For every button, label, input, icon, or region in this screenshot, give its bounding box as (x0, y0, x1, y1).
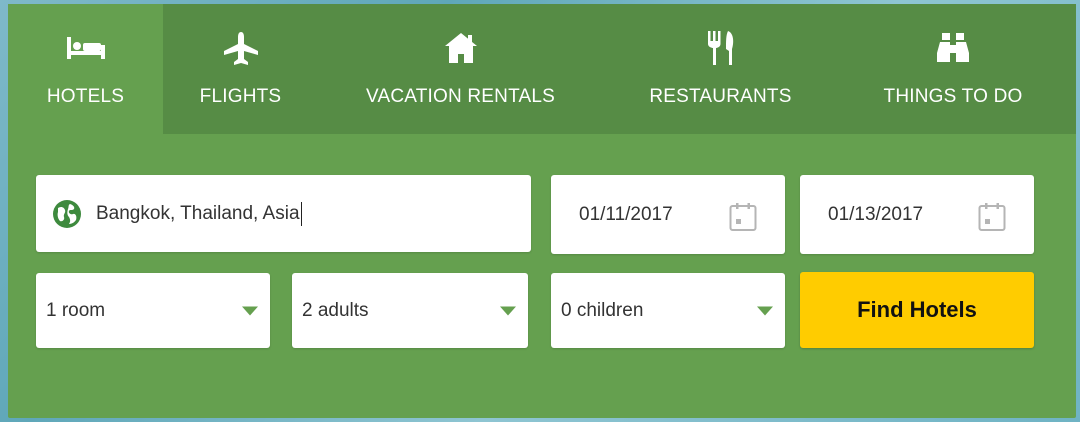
tab-label: RESTAURANTS (649, 86, 792, 107)
globe-icon (52, 199, 82, 229)
calendar-icon[interactable] (729, 202, 757, 232)
tab-flights[interactable]: FLIGHTS (163, 4, 318, 134)
rooms-select[interactable]: 1 room (36, 273, 270, 348)
tab-hotels[interactable]: HOTELS (8, 4, 163, 134)
tab-vacation-rentals[interactable]: VACATION RENTALS (338, 4, 583, 134)
tab-restaurants[interactable]: RESTAURANTS (623, 4, 818, 134)
chevron-down-icon (242, 306, 258, 315)
children-value: 0 children (561, 299, 644, 321)
checkin-value: 01/11/2017 (579, 203, 673, 225)
destination-value-wrap: Bangkok, Thailand, Asia (96, 175, 303, 252)
chevron-down-icon (500, 306, 516, 315)
tab-label: VACATION RENTALS (365, 86, 555, 107)
bed-icon (64, 28, 108, 68)
find-hotels-button[interactable]: Find Hotels (800, 272, 1034, 348)
category-tabs: HOTELS FLIGHTS VACATION RENTALS RESTAURA… (8, 4, 1076, 134)
binoculars-icon (931, 28, 975, 68)
checkout-date-input[interactable]: 01/13/2017 (800, 175, 1034, 254)
calendar-icon[interactable] (978, 202, 1006, 232)
checkout-value: 01/13/2017 (828, 203, 924, 225)
fork-knife-icon (699, 28, 743, 68)
chevron-down-icon (757, 306, 773, 315)
airplane-icon (219, 28, 263, 68)
tab-label: HOTELS (46, 86, 125, 107)
adults-value: 2 adults (302, 299, 369, 321)
destination-input[interactable]: Bangkok, Thailand, Asia (36, 175, 531, 252)
text-cursor (300, 201, 303, 226)
adults-select[interactable]: 2 adults (292, 273, 528, 348)
rooms-value: 1 room (46, 299, 106, 321)
checkin-date-input[interactable]: 01/11/2017 (551, 175, 785, 254)
tab-things-to-do[interactable]: THINGS TO DO (858, 4, 1048, 134)
children-select[interactable]: 0 children (551, 273, 785, 348)
destination-value: Bangkok, Thailand, Asia (96, 202, 300, 224)
house-icon (439, 28, 483, 68)
tab-label: THINGS TO DO (883, 86, 1023, 107)
tab-label: FLIGHTS (199, 86, 282, 107)
hotel-search-widget: HOTELS FLIGHTS VACATION RENTALS RESTAURA… (8, 4, 1076, 418)
